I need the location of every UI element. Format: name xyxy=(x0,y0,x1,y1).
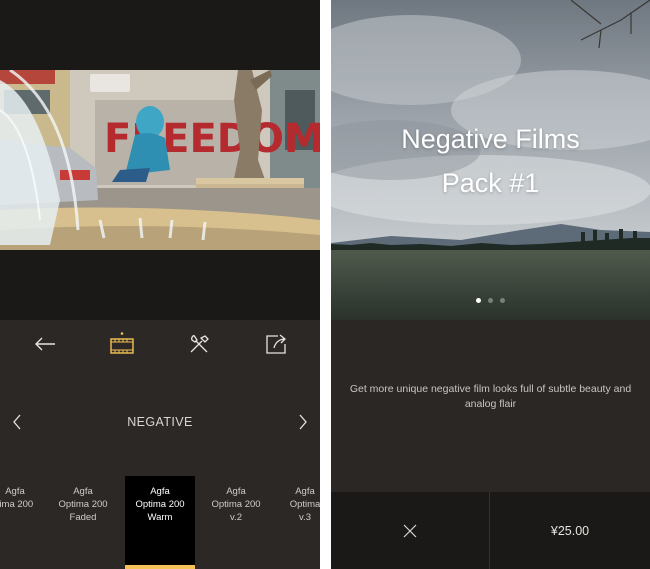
filter-item[interactable]: Agfa Optima v.3 xyxy=(270,476,320,569)
filter-name-line: Optima 200 xyxy=(58,499,108,510)
filter-name-line: Faded xyxy=(69,512,97,523)
previous-category-button[interactable] xyxy=(6,402,28,442)
filter-name-line: Optima xyxy=(289,499,320,510)
filter-category-label: NEGATIVE xyxy=(127,415,193,429)
chevron-right-icon xyxy=(299,414,307,430)
filter-name-line: Agfa xyxy=(226,486,246,497)
street-photo: FREEDOM xyxy=(0,70,320,250)
pager-dot-active[interactable] xyxy=(476,298,481,303)
pack-title-line: Pack #1 xyxy=(441,168,540,198)
close-icon xyxy=(403,524,417,537)
carousel-pager xyxy=(331,298,650,303)
filter-name-line: Agfa xyxy=(73,486,93,497)
film-filter-button[interactable] xyxy=(102,324,142,364)
filter-name-line: Optima 200 xyxy=(211,499,261,510)
tools-button[interactable] xyxy=(179,324,219,364)
bottom-black-area xyxy=(0,250,320,320)
pack-title: Negative Films Pack #1 xyxy=(331,117,650,205)
filter-name-line: Optima 200 xyxy=(135,499,185,510)
next-category-button[interactable] xyxy=(292,402,314,442)
filter-name-line: Agfa xyxy=(5,486,25,497)
filter-name-line: Warm xyxy=(147,512,173,523)
chevron-left-icon xyxy=(13,414,21,430)
back-button[interactable] xyxy=(25,324,65,364)
back-arrow-icon xyxy=(34,337,55,351)
filter-item[interactable]: Agfa tima 200 xyxy=(0,476,50,569)
top-black-area xyxy=(0,0,320,70)
filter-item-selected[interactable]: Agfa Optima 200 Warm xyxy=(125,476,195,569)
filter-name-line: v.3 xyxy=(299,512,311,523)
pack-description: Get more unique negative film looks full… xyxy=(331,320,650,492)
pack-title-line: Negative Films xyxy=(401,124,580,154)
buy-price-button[interactable]: ¥25.00 xyxy=(490,492,650,569)
share-button[interactable] xyxy=(256,324,296,364)
pager-dot[interactable] xyxy=(500,298,505,303)
close-button[interactable] xyxy=(331,492,490,569)
filter-name-line: v.2 xyxy=(230,512,242,523)
editor-screen: FREEDOM NEGATIVE Agfa tima 200 Agfa Opti… xyxy=(0,0,320,569)
purchase-bar: ¥25.00 xyxy=(331,492,650,569)
photo-preview[interactable]: FREEDOM xyxy=(0,70,320,250)
filter-category-nav: NEGATIVE xyxy=(0,368,320,476)
pack-hero-carousel[interactable]: Negative Films Pack #1 xyxy=(331,0,650,320)
tools-icon xyxy=(190,335,209,353)
editor-toolbar xyxy=(0,320,320,368)
filter-strip[interactable]: Agfa tima 200 Agfa Optima 200 Faded Agfa… xyxy=(0,476,320,569)
filter-name-line: Agfa xyxy=(295,486,315,497)
share-icon xyxy=(265,334,286,354)
filter-name-line: Agfa xyxy=(150,486,170,497)
pager-dot[interactable] xyxy=(488,298,493,303)
filter-item[interactable]: Agfa Optima 200 Faded xyxy=(48,476,118,569)
film-filter-icon xyxy=(109,332,134,354)
filter-name-line: tima 200 xyxy=(0,499,34,510)
store-screen: Negative Films Pack #1 Get more unique n… xyxy=(331,0,650,569)
filter-item[interactable]: Agfa Optima 200 v.2 xyxy=(201,476,271,569)
